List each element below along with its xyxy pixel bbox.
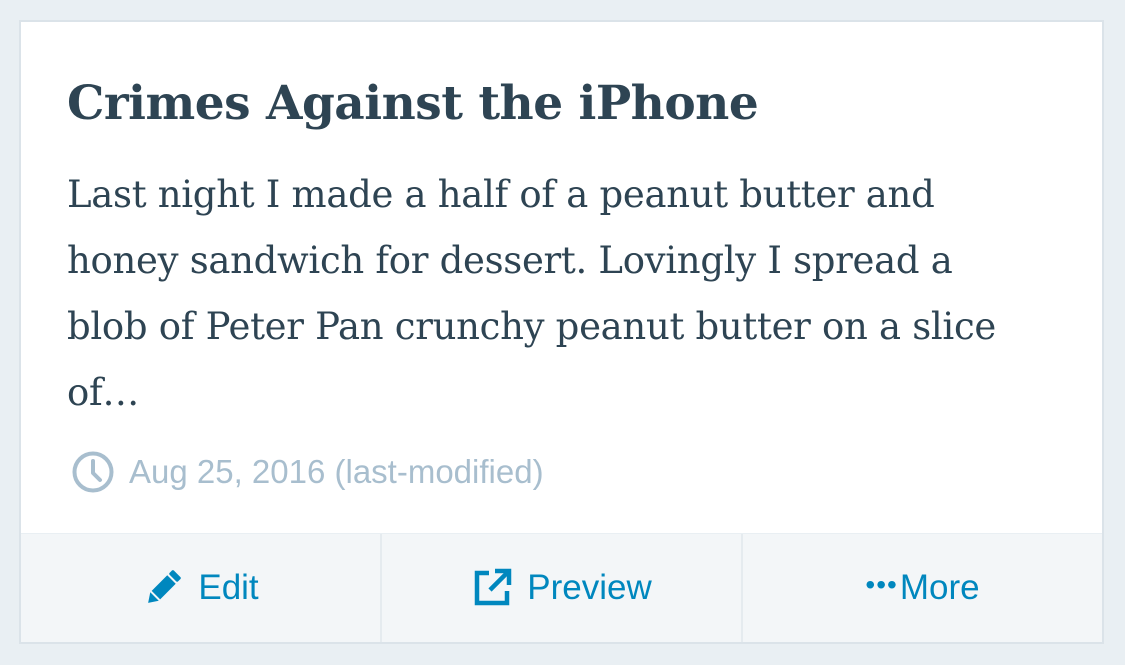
edit-label: Edit — [198, 568, 259, 607]
ellipsis-icon: ••• — [865, 569, 898, 600]
pencil-icon — [148, 570, 182, 603]
post-card: Crimes Against the iPhone Last night I m… — [19, 20, 1104, 644]
post-card-body[interactable]: Crimes Against the iPhone Last night I m… — [21, 22, 1102, 536]
clock-icon — [72, 451, 114, 493]
edit-button[interactable]: Edit — [21, 534, 382, 642]
preview-button[interactable]: Preview — [382, 534, 743, 642]
post-excerpt: Last night I made a half of a peanut but… — [67, 173, 996, 414]
external-link-icon — [475, 568, 512, 606]
post-actions-bar: Edit Preview ••• More — [21, 533, 1102, 642]
more-button[interactable]: ••• More — [743, 534, 1102, 642]
post-meta: Aug 25, 2016 (last-modified) — [71, 450, 544, 494]
more-label: More — [899, 568, 980, 607]
preview-label: Preview — [527, 568, 652, 607]
post-date: Aug 25, 2016 (last-modified) — [129, 453, 544, 490]
post-title[interactable]: Crimes Against the iPhone — [67, 72, 759, 136]
